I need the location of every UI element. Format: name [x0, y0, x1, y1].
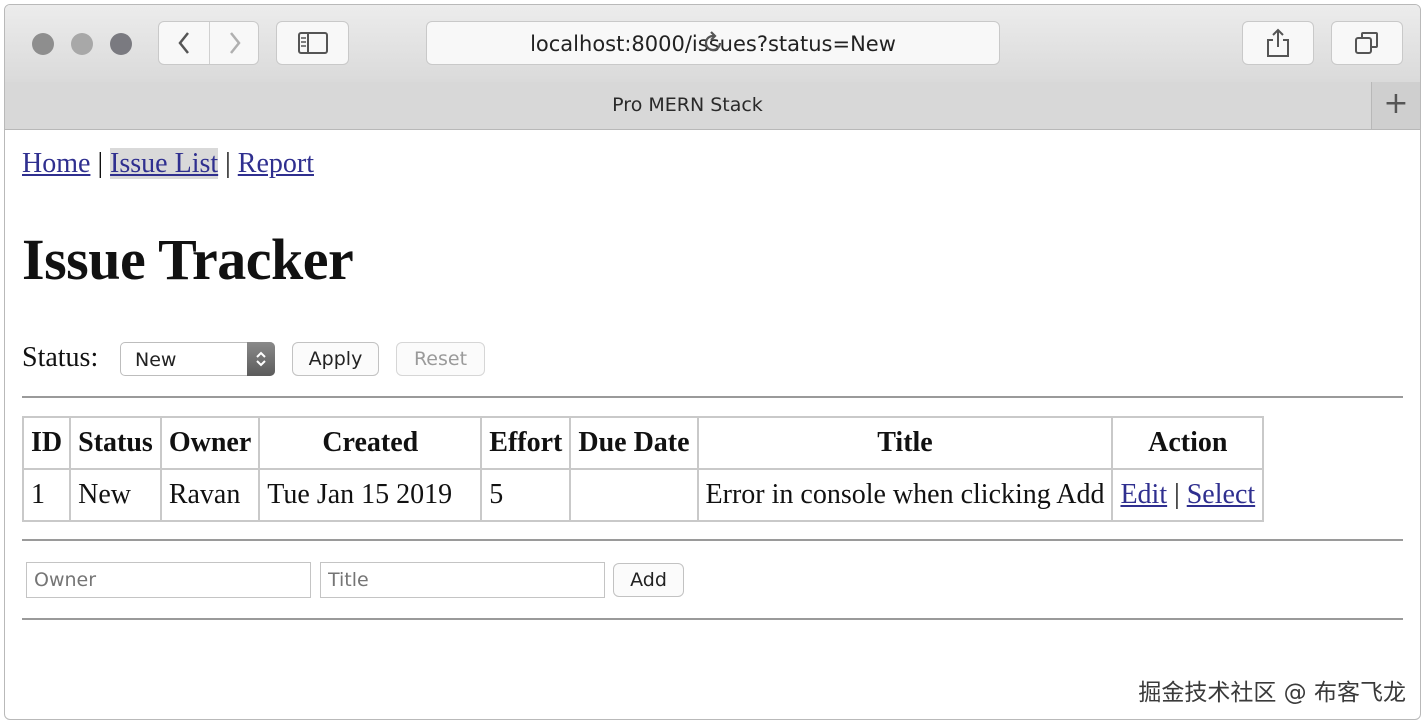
- forward-button[interactable]: [210, 22, 260, 64]
- status-select-value: New: [135, 349, 177, 371]
- page-content: Home | Issue List | Report Issue Tracker…: [5, 130, 1420, 719]
- cell-effort: 5: [480, 468, 572, 522]
- header-id: ID: [21, 416, 72, 470]
- cell-owner: Ravan: [159, 468, 261, 522]
- table-row: 1 New Ravan Tue Jan 15 2019 5 Error in c…: [21, 468, 1265, 522]
- cell-title: Error in console when clicking Add: [696, 468, 1114, 522]
- apply-button[interactable]: Apply: [292, 342, 379, 376]
- history-nav-group: [158, 21, 259, 65]
- tab-active[interactable]: Pro MERN Stack: [5, 94, 1370, 116]
- header-due-date: Due Date: [569, 416, 699, 470]
- header-effort: Effort: [480, 416, 572, 470]
- new-tab-button[interactable]: +: [1371, 82, 1420, 129]
- nav-bar: Home | Issue List | Report: [22, 148, 314, 180]
- nav-link-home[interactable]: Home: [22, 148, 90, 179]
- nav-separator: |: [225, 148, 231, 179]
- divider: [22, 539, 1403, 541]
- edit-link[interactable]: Edit: [1120, 479, 1167, 510]
- title-input[interactable]: [320, 562, 605, 598]
- select-link[interactable]: Select: [1187, 479, 1255, 510]
- reset-button[interactable]: Reset: [396, 342, 485, 376]
- header-owner: Owner: [159, 416, 261, 470]
- browser-window: localhost:8000/issues?status=New Pro MER…: [4, 4, 1421, 720]
- status-select[interactable]: New: [120, 342, 275, 376]
- add-button[interactable]: Add: [613, 563, 684, 597]
- back-button[interactable]: [159, 22, 209, 64]
- action-separator: |: [1174, 479, 1180, 510]
- header-created: Created: [258, 416, 483, 470]
- watermark: 掘金技术社区 @ 布客飞龙: [1138, 680, 1406, 706]
- reload-icon[interactable]: [700, 30, 726, 56]
- chevron-left-icon: [178, 32, 189, 54]
- issue-table: ID Status Owner Created Effort Due Date …: [21, 416, 1265, 522]
- nav-link-report[interactable]: Report: [238, 148, 314, 179]
- cell-id: 1: [21, 468, 72, 522]
- header-status: Status: [69, 416, 162, 470]
- tabs-overview-icon: [1355, 32, 1378, 54]
- cell-action: Edit | Select: [1111, 468, 1265, 522]
- cell-created: Tue Jan 15 2019: [258, 468, 483, 522]
- status-filter-label: Status:: [22, 342, 99, 373]
- cell-status: New: [69, 468, 162, 522]
- sidebar-icon: [297, 32, 328, 54]
- address-bar[interactable]: localhost:8000/issues?status=New: [426, 21, 1000, 65]
- share-button[interactable]: [1242, 21, 1314, 65]
- divider: [22, 618, 1403, 620]
- nav-link-issue-list[interactable]: Issue List: [110, 148, 219, 179]
- close-window-button[interactable]: [32, 33, 54, 55]
- show-tabs-button[interactable]: [1331, 21, 1403, 65]
- table-header-row: ID Status Owner Created Effort Due Date …: [21, 416, 1265, 470]
- share-icon: [1267, 28, 1289, 57]
- sidebar-toggle-button[interactable]: [276, 21, 349, 65]
- nav-separator: |: [97, 148, 104, 179]
- divider: [22, 396, 1403, 398]
- header-title: Title: [696, 416, 1114, 470]
- browser-toolbar: localhost:8000/issues?status=New: [5, 5, 1420, 83]
- zoom-window-button[interactable]: [110, 33, 132, 55]
- cell-due-date: [569, 468, 699, 522]
- header-action: Action: [1111, 416, 1265, 470]
- page-title: Issue Tracker: [22, 227, 354, 292]
- owner-input[interactable]: [26, 562, 311, 598]
- select-arrows-icon: [247, 342, 275, 376]
- minimize-window-button[interactable]: [71, 33, 93, 55]
- tab-bar: Pro MERN Stack +: [5, 82, 1420, 130]
- chevron-right-icon: [230, 32, 241, 54]
